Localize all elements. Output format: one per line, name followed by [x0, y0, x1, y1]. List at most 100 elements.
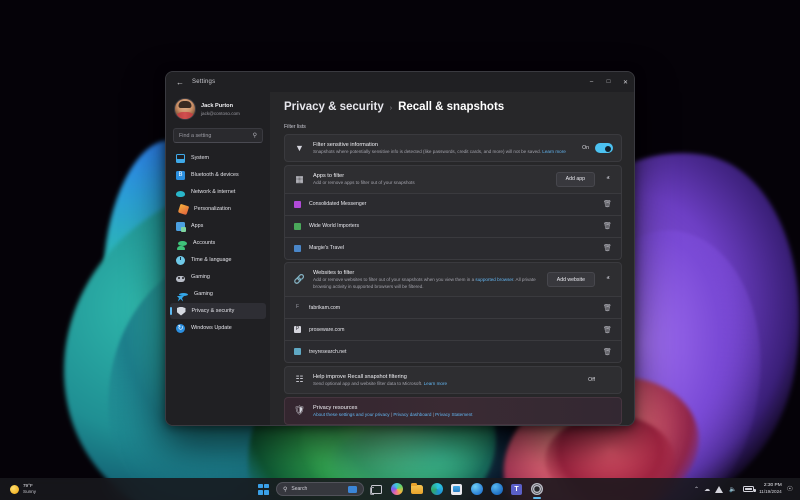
- search-icon: ⚲: [253, 132, 257, 139]
- camera-icon[interactable]: [348, 486, 357, 493]
- accounts-icon: [178, 241, 187, 246]
- table-row[interactable]: treyresearch.net 🗑: [284, 341, 622, 363]
- trash-icon[interactable]: 🗑: [602, 199, 613, 210]
- card-description: Add or remove apps to filter out of your…: [313, 180, 548, 186]
- sidebar-item-accessibility[interactable]: Gaming: [170, 286, 266, 302]
- time-icon: [176, 256, 185, 265]
- about-settings-privacy-link[interactable]: About these settings and your privacy: [313, 412, 390, 417]
- apps-filter-icon: ▦: [294, 174, 305, 185]
- taskbar-search-box[interactable]: ⚲ Search: [276, 482, 364, 496]
- volume-icon[interactable]: 🔈: [729, 486, 738, 493]
- weather-widget[interactable]: 79°F Sunny: [0, 483, 36, 495]
- taskbar-center: ⚲ Search T: [256, 482, 544, 497]
- sidebar-item-system[interactable]: System: [170, 150, 266, 166]
- taskbar-clock[interactable]: 2:30 PM 11/19/2024: [759, 483, 782, 495]
- table-row[interactable]: P proseware.com 🗑: [284, 319, 622, 341]
- card-websites-to-filter[interactable]: 🔗 Websites to filter Add or remove websi…: [284, 262, 622, 297]
- user-profile[interactable]: Jack Purton jack@contoso.com: [170, 94, 266, 126]
- sidebar-item-bluetooth-devices[interactable]: Bluetooth & devices: [170, 167, 266, 183]
- chevron-up-icon[interactable]: ⱏ: [603, 276, 613, 283]
- toggle-switch[interactable]: [595, 143, 613, 153]
- card-title: Apps to filter: [313, 172, 548, 180]
- sidebar-item-privacy-security[interactable]: Privacy & security: [170, 303, 266, 319]
- sidebar-item-label: Gaming: [194, 291, 213, 297]
- card-privacy-resources[interactable]: 🛡 Privacy resources About these settings…: [284, 397, 622, 425]
- system-icon: [176, 154, 185, 163]
- teams-icon[interactable]: T: [509, 482, 524, 497]
- add-app-button[interactable]: Add app: [556, 172, 595, 187]
- privacy-statement-link[interactable]: Privacy Statement: [435, 412, 472, 417]
- file-explorer-icon[interactable]: [409, 482, 424, 497]
- card-apps-to-filter[interactable]: ▦ Apps to filter Add or remove apps to f…: [284, 165, 622, 194]
- learn-more-link[interactable]: Learn more: [424, 381, 448, 386]
- task-view-icon[interactable]: [369, 482, 384, 497]
- minimize-button[interactable]: –: [583, 72, 600, 92]
- close-button[interactable]: ✕: [617, 72, 634, 92]
- avatar: [174, 98, 196, 120]
- window-body: Jack Purton jack@contoso.com ⚲ System: [166, 92, 634, 425]
- back-arrow-icon[interactable]: ←: [172, 75, 188, 89]
- add-website-button[interactable]: Add website: [547, 272, 595, 287]
- app-name: Margie's Travel: [309, 245, 344, 251]
- sidebar-item-label: Windows Update: [191, 325, 232, 331]
- trash-icon[interactable]: 🗑: [602, 302, 613, 313]
- trash-icon[interactable]: 🗑: [602, 243, 613, 254]
- settings-sidebar: Jack Purton jack@contoso.com ⚲ System: [166, 92, 270, 425]
- wifi-icon[interactable]: [715, 486, 724, 493]
- app-icon-margies-travel: [294, 245, 301, 252]
- table-row[interactable]: Consolidated Messenger 🗑: [284, 194, 622, 216]
- network-icon: [176, 191, 185, 197]
- battery-icon[interactable]: [743, 486, 754, 492]
- sidebar-item-apps[interactable]: Apps: [170, 218, 266, 234]
- accessibility-icon: [179, 293, 188, 296]
- notification-bell-icon[interactable]: ☉: [787, 485, 793, 493]
- chevron-down-icon[interactable]: ⱟ: [603, 376, 613, 383]
- trash-icon[interactable]: 🗑: [602, 324, 613, 335]
- sidebar-item-gaming[interactable]: Gaming: [170, 269, 266, 285]
- table-row[interactable]: Wide World Importers 🗑: [284, 216, 622, 238]
- card-help-improve-recall[interactable]: ☷ Help improve Recall snapshot filtering…: [284, 366, 622, 394]
- trash-icon[interactable]: 🗑: [602, 221, 613, 232]
- onedrive-icon[interactable]: ☁: [704, 486, 710, 493]
- sidebar-item-label: Time & language: [191, 257, 232, 263]
- copilot-icon[interactable]: [389, 482, 404, 497]
- windows-start-icon[interactable]: [256, 482, 271, 497]
- sidebar-item-windows-update[interactable]: Windows Update: [170, 320, 266, 336]
- microsoft-store-icon[interactable]: [449, 482, 464, 497]
- app-name: Consolidated Messenger: [309, 201, 366, 207]
- shield-icon: 🛡: [294, 405, 305, 416]
- privacy-dashboard-link[interactable]: Privacy dashboard: [393, 412, 431, 417]
- settings-content: Privacy & security › Recall & snapshots …: [270, 92, 634, 425]
- settings-search-box[interactable]: ⚲: [173, 128, 263, 143]
- browser-blue-icon[interactable]: [469, 482, 484, 497]
- privacy-shield-icon: [177, 307, 186, 316]
- window-title: Settings: [192, 79, 215, 85]
- sidebar-item-personalization[interactable]: Personalization: [170, 201, 266, 217]
- card-title: Websites to filter: [313, 269, 539, 277]
- edge-icon[interactable]: [429, 482, 444, 497]
- sidebar-item-accounts[interactable]: Accounts: [170, 235, 266, 251]
- sidebar-item-time-language[interactable]: Time & language: [170, 252, 266, 268]
- breadcrumb: Privacy & security › Recall & snapshots: [284, 101, 622, 113]
- trash-icon[interactable]: 🗑: [602, 346, 613, 357]
- sidebar-item-label: System: [191, 155, 209, 161]
- supported-browser-link[interactable]: supported browser: [475, 277, 513, 282]
- breadcrumb-parent[interactable]: Privacy & security: [284, 101, 384, 113]
- card-filter-sensitive-information[interactable]: ▼ Filter sensitive information Snapshots…: [284, 134, 622, 162]
- card-title: Privacy resources: [313, 404, 613, 412]
- chevron-up-icon[interactable]: ⌃: [694, 486, 699, 493]
- sidebar-item-network-internet[interactable]: Network & internet: [170, 184, 266, 200]
- browser-blue2-icon[interactable]: [489, 482, 504, 497]
- taskbar-tray: ⌃ ☁ 🔈 2:30 PM 11/19/2024 ☉: [694, 483, 800, 495]
- card-description: Snapshots where potentially sensitive in…: [313, 149, 574, 155]
- learn-more-link[interactable]: Learn more: [542, 149, 566, 154]
- card-description: Send optional app and website filter dat…: [313, 381, 580, 387]
- sidebar-item-label: Apps: [191, 223, 203, 229]
- settings-gear-icon[interactable]: [529, 482, 544, 497]
- table-row[interactable]: Margie's Travel 🗑: [284, 238, 622, 260]
- table-row[interactable]: F fabrikam.com 🗑: [284, 297, 622, 319]
- search-input[interactable]: [179, 133, 253, 139]
- chevron-up-icon[interactable]: ⱏ: [603, 176, 613, 183]
- maximize-button[interactable]: □: [600, 72, 617, 92]
- toggle-filter-sensitive[interactable]: On: [582, 143, 613, 153]
